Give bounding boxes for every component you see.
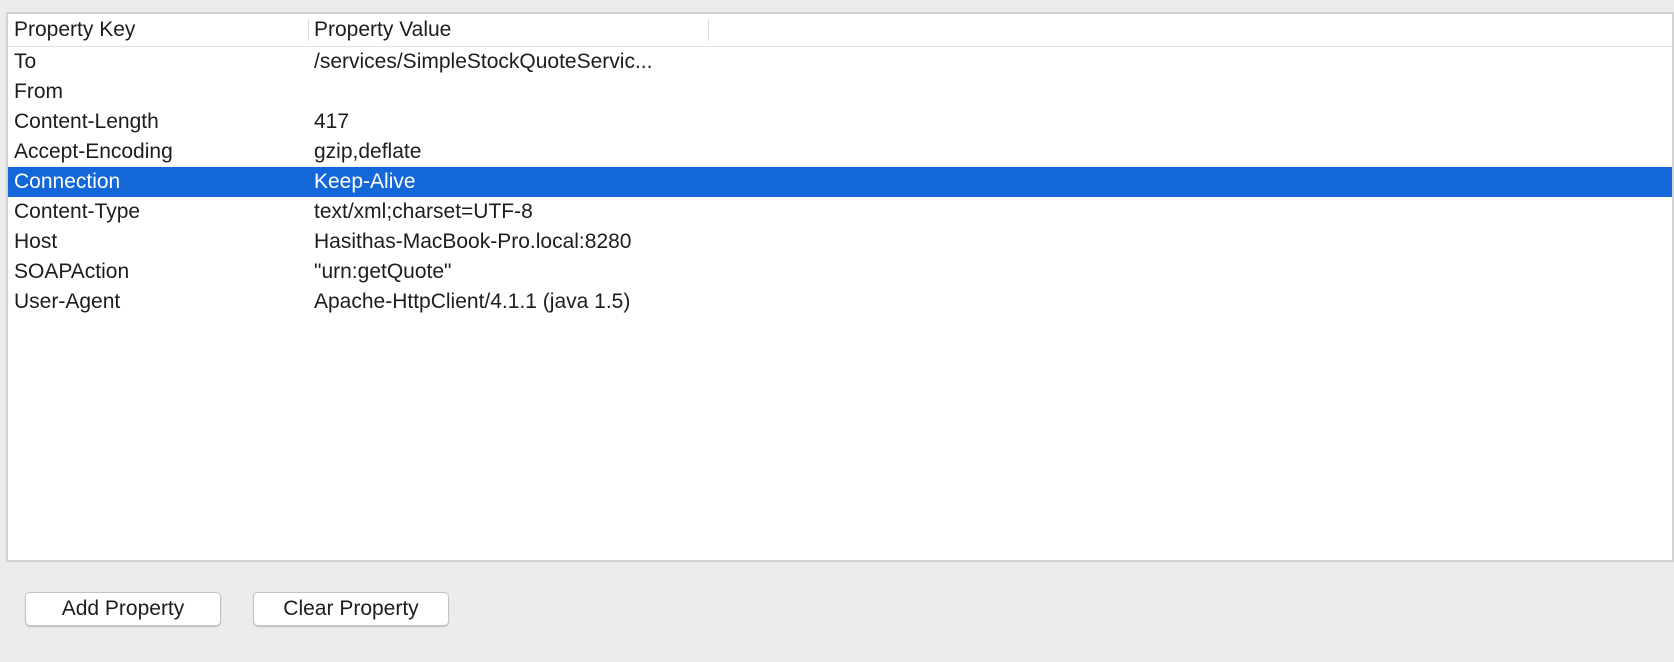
table-row[interactable]: Content-Length 417 [8, 107, 1672, 137]
property-key-cell: From [14, 80, 63, 103]
property-key-cell: Content-Length [14, 110, 159, 133]
column-header-property-key[interactable]: Property Key [14, 14, 308, 46]
property-key-cell: SOAPAction [14, 260, 130, 283]
property-key-cell: Content-Type [14, 200, 141, 223]
table-row[interactable]: From [8, 77, 1672, 107]
clear-property-button[interactable]: Clear Property [253, 592, 449, 626]
table-body: To /services/SimpleStockQuoteServic... F… [8, 47, 1672, 317]
add-property-button[interactable]: Add Property [25, 592, 221, 626]
property-value-cell: text/xml;charset=UTF-8 [314, 200, 533, 223]
property-key-cell: Accept-Encoding [14, 140, 173, 163]
property-value-cell: 417 [314, 110, 350, 133]
table-row[interactable]: Host Hasithas-MacBook-Pro.local:8280 [8, 227, 1672, 257]
table-row[interactable]: Accept-Encoding gzip,deflate [8, 137, 1672, 167]
table-row[interactable]: Content-Type text/xml;charset=UTF-8 [8, 197, 1672, 227]
property-editor-window: Property Key Property Value To /services… [0, 0, 1674, 662]
property-value-cell: Hasithas-MacBook-Pro.local:8280 [314, 230, 632, 253]
property-value-cell: gzip,deflate [314, 140, 422, 163]
property-key-cell: User-Agent [14, 290, 121, 313]
property-key-cell: To [14, 50, 37, 73]
property-key-cell: Host [14, 230, 58, 253]
table-row[interactable]: SOAPAction "urn:getQuote" [8, 257, 1672, 287]
property-value-cell: Keep-Alive [314, 170, 416, 193]
property-key-cell: Connection [14, 170, 121, 193]
column-separator[interactable] [308, 19, 309, 41]
property-value-cell: /services/SimpleStockQuoteServic... [314, 50, 653, 73]
properties-table[interactable]: Property Key Property Value To /services… [6, 12, 1674, 562]
table-row[interactable]: User-Agent Apache-HttpClient/4.1.1 (java… [8, 287, 1672, 317]
table-row[interactable]: Connection Keep-Alive [8, 167, 1672, 197]
property-value-cell [314, 77, 698, 107]
column-separator[interactable] [708, 19, 709, 41]
property-value-cell: Apache-HttpClient/4.1.1 (java 1.5) [314, 290, 631, 313]
column-header-property-value[interactable]: Property Value [314, 14, 710, 46]
table-header: Property Key Property Value [8, 14, 1672, 47]
table-row[interactable]: To /services/SimpleStockQuoteServic... [8, 47, 1672, 77]
property-value-cell: "urn:getQuote" [314, 260, 452, 283]
